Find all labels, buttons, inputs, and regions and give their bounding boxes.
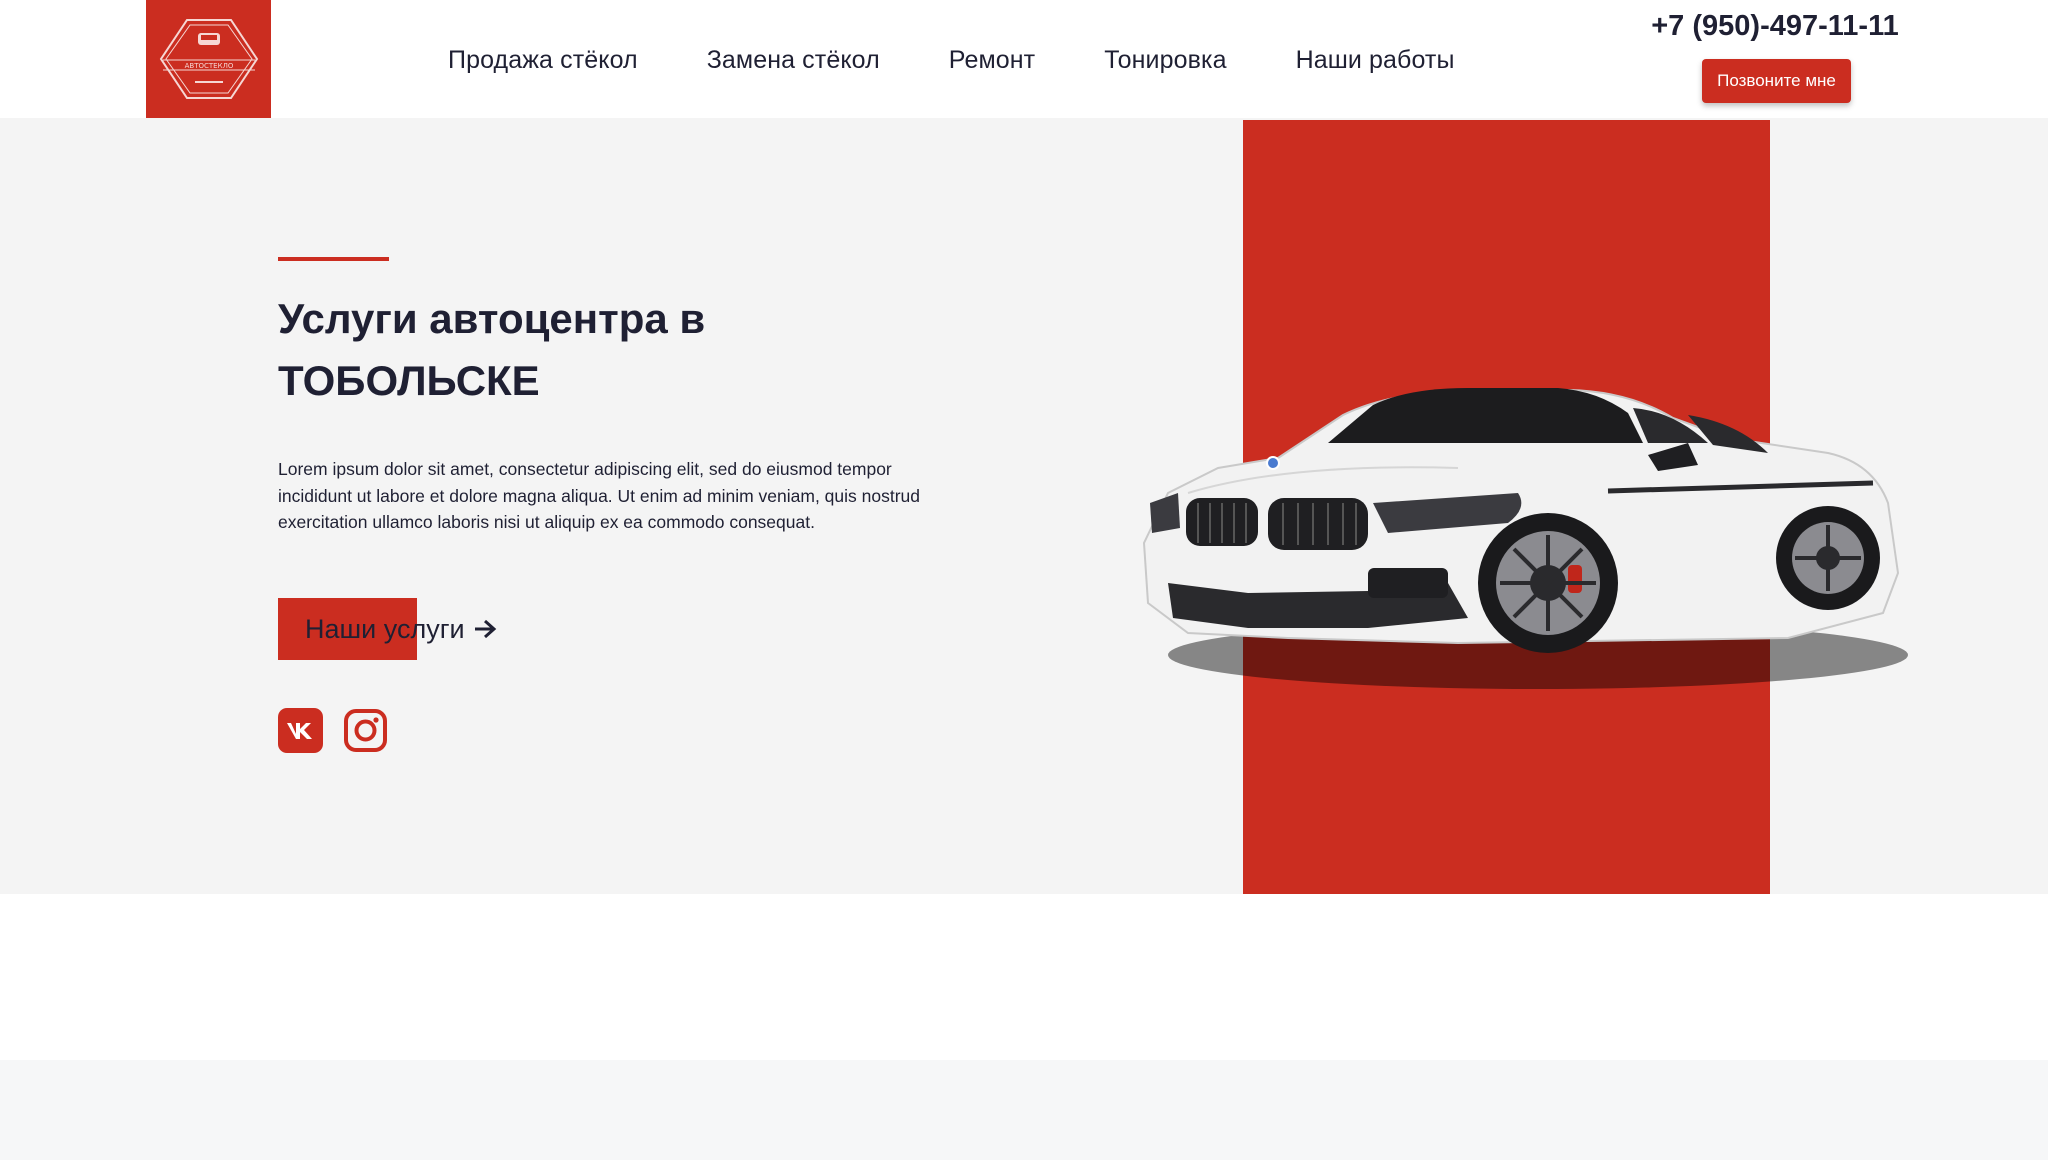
next-section bbox=[0, 1060, 2048, 1160]
page: АВТОСТЕКЛО Продажа стёкол Замена стёкол … bbox=[0, 0, 2048, 1160]
arrow-right-icon bbox=[474, 619, 496, 639]
instagram-icon[interactable] bbox=[343, 708, 388, 753]
hero-title-line2: ТОБОЛЬСКЕ bbox=[278, 357, 540, 404]
call-me-button[interactable]: Позвоните мне bbox=[1702, 59, 1851, 103]
hero-section: Услуги автоцентра в ТОБОЛЬСКЕ Lorem ipsu… bbox=[0, 118, 2048, 894]
nav-item-tinting[interactable]: Тонировка bbox=[1104, 46, 1226, 75]
logo[interactable]: АВТОСТЕКЛО bbox=[146, 0, 271, 118]
nav-item-glass-sales[interactable]: Продажа стёкол bbox=[448, 46, 638, 75]
nav-item-repair[interactable]: Ремонт bbox=[949, 46, 1035, 75]
our-services-button[interactable]: Наши услуги bbox=[278, 598, 497, 660]
hero-title: Услуги автоцентра в ТОБОЛЬСКЕ bbox=[278, 288, 838, 412]
hero-title-line1: Услуги автоцентра в bbox=[278, 295, 706, 342]
white-section bbox=[0, 894, 2048, 1060]
our-services-button-label: Наши услуги bbox=[305, 613, 465, 644]
logo-text: АВТОСТЕКЛО bbox=[184, 62, 233, 70]
main-nav: Продажа стёкол Замена стёкол Ремонт Тони… bbox=[448, 40, 1455, 80]
hero-description: Lorem ipsum dolor sit amet, consectetur … bbox=[278, 459, 921, 532]
car-image bbox=[1142, 388, 1908, 689]
vk-icon[interactable] bbox=[278, 708, 323, 753]
title-accent-line bbox=[278, 257, 389, 261]
logo-emblem-icon: АВТОСТЕКЛО bbox=[159, 19, 258, 99]
social-links bbox=[278, 708, 408, 753]
nav-item-our-works[interactable]: Наши работы bbox=[1296, 46, 1455, 75]
nav-item-glass-replacement[interactable]: Замена стёкол bbox=[707, 46, 880, 75]
site-header: АВТОСТЕКЛО Продажа стёкол Замена стёкол … bbox=[0, 0, 2048, 118]
phone-number[interactable]: +7 (950)-497-11-11 bbox=[1650, 10, 1900, 43]
